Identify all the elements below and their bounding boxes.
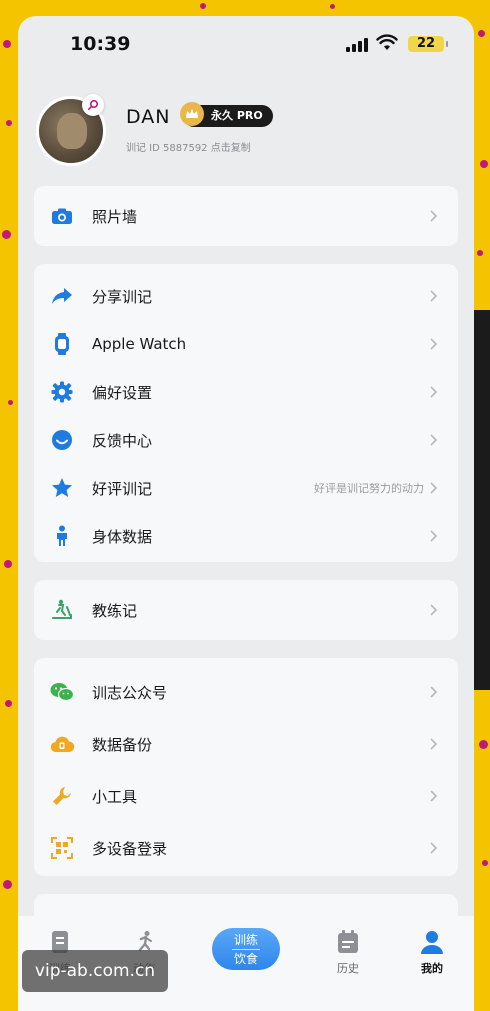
chevron-right-icon (430, 842, 438, 854)
chevron-right-icon (430, 290, 438, 302)
chevron-right-icon (430, 604, 438, 616)
menu-label: 分享训记 (92, 287, 153, 306)
menu-item-share[interactable]: 分享训记 (34, 272, 458, 320)
menu-label: 小工具 (92, 787, 138, 806)
tab-history[interactable]: 历史 (318, 930, 378, 976)
tab-label: 历史 (337, 962, 359, 975)
chevron-right-icon (430, 530, 438, 542)
menu-item-coach[interactable]: 教练记 (34, 580, 458, 640)
backup-icon (50, 732, 74, 756)
username: DAN (126, 106, 171, 128)
watch-icon (50, 332, 74, 356)
status-time: 10:39 (70, 33, 131, 55)
user-id-copy[interactable]: 训记 ID 5887592 点击复制 (126, 139, 251, 154)
menu-item-preferences[interactable]: 偏好设置 (34, 368, 458, 416)
menu-label: 训志公众号 (92, 683, 168, 702)
crown-icon (180, 102, 204, 126)
chevron-right-icon (430, 482, 438, 494)
menu-label: 反馈中心 (92, 431, 153, 450)
cellular-signal-icon (346, 38, 368, 52)
menu-label: 好评训记 (92, 479, 153, 498)
user-icon (421, 931, 443, 954)
camera-icon (50, 204, 74, 228)
menu-label: Apple Watch (92, 335, 187, 353)
menu-item-body-data[interactable]: 身体数据 (34, 512, 458, 560)
share-icon (50, 284, 74, 308)
menu-item-photo-wall[interactable]: 照片墙 (34, 186, 458, 246)
section-coach: 教练记 (34, 580, 458, 640)
chevron-right-icon (430, 210, 438, 222)
chevron-right-icon (430, 790, 438, 802)
background-photo-edge (474, 310, 490, 690)
chevron-right-icon (430, 738, 438, 750)
chevron-right-icon (430, 434, 438, 446)
calendar-icon (338, 930, 358, 953)
menu-label: 偏好设置 (92, 383, 153, 402)
chevron-right-icon (430, 686, 438, 698)
tab-label: 我的 (421, 962, 443, 975)
star-icon (50, 476, 74, 500)
tab-mine[interactable]: 我的 (402, 930, 462, 976)
menu-label: 数据备份 (92, 735, 153, 754)
phone-screen: 10:39 22 DAN 永久 PRO 训记 ID 5887592 点击复制 照… (18, 16, 474, 1011)
wechat-icon (50, 680, 74, 704)
menu-item-apple-watch[interactable]: Apple Watch (34, 320, 458, 368)
menu-item-tools[interactable]: 小工具 (34, 770, 458, 822)
menu-label: 照片墙 (92, 207, 138, 226)
search-icon[interactable] (82, 94, 104, 116)
status-bar: 10:39 22 (18, 16, 474, 72)
menu-item-feedback[interactable]: 反馈中心 (34, 416, 458, 464)
wifi-icon (376, 34, 398, 50)
center-button-bottom-label: 饮食 (233, 952, 258, 966)
menu-label: 教练记 (92, 601, 138, 620)
menu-hint: 好评是训记努力的动力 (314, 482, 424, 495)
menu-item-multi-device[interactable]: 多设备登录 (34, 822, 458, 874)
wrench-icon (50, 784, 74, 808)
menu-item-wechat[interactable]: 训志公众号 (34, 666, 458, 718)
section-general: 分享训记 Apple Watch 偏好设置 反馈中心 好评训记 好评是训记努力的… (34, 264, 458, 562)
section-tools: 训志公众号 数据备份 小工具 多设备登录 (34, 658, 458, 876)
profile-header: DAN 永久 PRO 训记 ID 5887592 点击复制 (18, 88, 474, 198)
battery-indicator: 22 (408, 36, 448, 52)
treadmill-icon (50, 598, 74, 622)
qr-icon (50, 836, 74, 860)
menu-label: 身体数据 (92, 527, 153, 546)
chevron-right-icon (430, 386, 438, 398)
center-button-top-label: 训练 (233, 933, 258, 947)
person-icon (50, 524, 74, 548)
gear-icon (50, 380, 74, 404)
menu-label: 多设备登录 (92, 839, 168, 858)
center-train-diet-button[interactable]: 训练 饮食 (212, 928, 280, 970)
chevron-right-icon (430, 338, 438, 350)
watermark: vip-ab.com.cn (22, 950, 168, 992)
menu-item-backup[interactable]: 数据备份 (34, 718, 458, 770)
section-photo-wall: 照片墙 (34, 186, 458, 246)
smile-icon (50, 428, 74, 452)
menu-item-rate[interactable]: 好评训记 好评是训记努力的动力 (34, 464, 458, 512)
